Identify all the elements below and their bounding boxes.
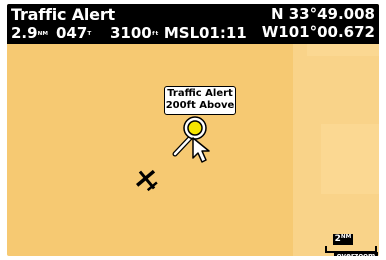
cursor-arrow-icon xyxy=(192,137,210,163)
latitude-readout: N 33°49.008 xyxy=(270,5,375,23)
time-readout: 01:11 xyxy=(199,24,247,42)
gps-screen: Traffic Alert 2.9ᴺᴹ 047ᵀ 3100ᶠᵗ MSL 01:1… xyxy=(0,0,386,260)
alert-popup-line-1: Traffic Alert xyxy=(167,88,233,99)
terrain-shading xyxy=(307,44,379,56)
track-readout: 047ᵀ xyxy=(56,24,92,42)
altitude-readout: 3100ᶠᵗ MSL xyxy=(110,24,200,42)
alert-popup-line-2: 200ft Above xyxy=(165,100,235,111)
overzoom-indicator: overzoom xyxy=(334,252,378,256)
longitude-readout: W101°00.672 xyxy=(261,23,375,41)
status-header: Traffic Alert 2.9ᴺᴹ 047ᵀ 3100ᶠᵗ MSL 01:1… xyxy=(7,4,379,44)
aircraft-icon xyxy=(136,169,158,192)
map-view[interactable]: Traffic Alert 2.9ᴺᴹ 047ᵀ 3100ᶠᵗ MSL 01:1… xyxy=(7,4,379,256)
terrain-shading xyxy=(321,124,379,194)
page-title: Traffic Alert xyxy=(11,5,115,24)
distance-readout: 2.9ᴺᴹ xyxy=(11,24,48,42)
traffic-alert-popup: Traffic Alert 200ft Above xyxy=(164,86,236,115)
map-scale-label: 2ᴺᴹ xyxy=(333,234,353,245)
